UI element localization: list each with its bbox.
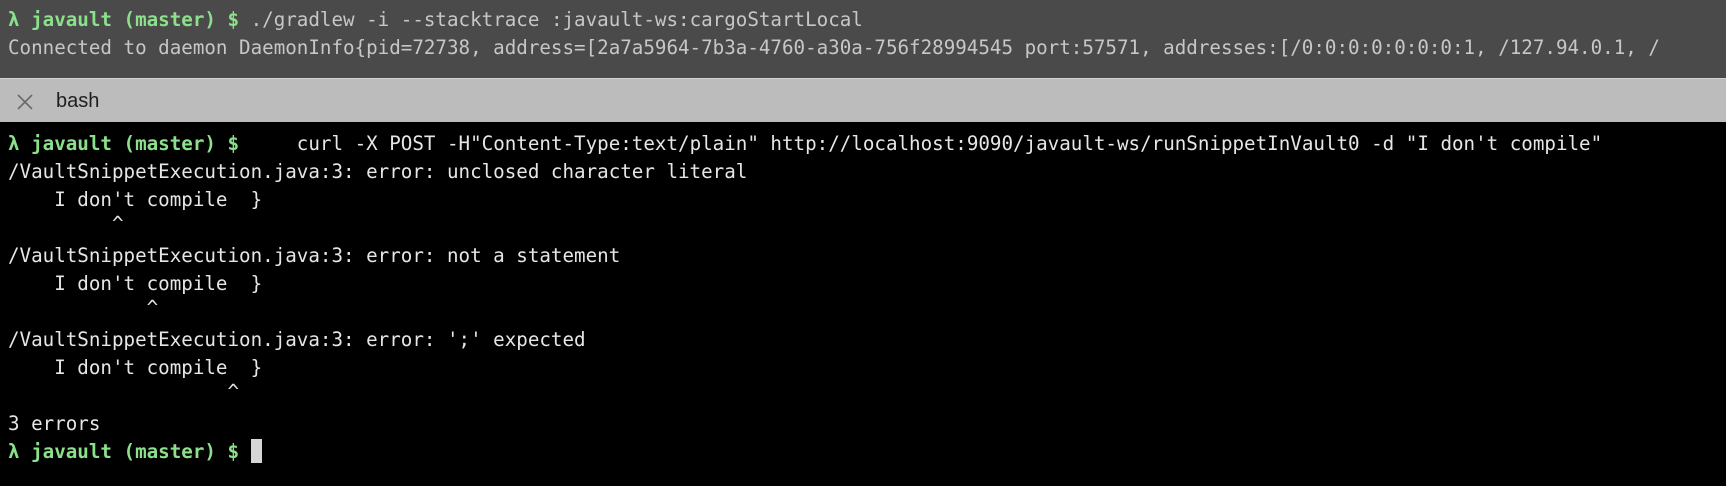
output-line: ^ xyxy=(8,380,240,403)
command-text: ./gradlew -i --stacktrace :javault-ws:ca… xyxy=(239,8,863,31)
top-output-line: Connected to daemon DaemonInfo{pid=72738… xyxy=(8,36,1660,59)
text-cursor[interactable] xyxy=(250,439,262,463)
output-line: /VaultSnippetExecution.java:3: error: un… xyxy=(8,160,748,183)
output-line: 3 errors xyxy=(8,412,101,435)
close-icon[interactable] xyxy=(14,91,36,113)
terminal-pane[interactable]: λ javault (master) $ curl -X POST -H"Con… xyxy=(0,122,1726,486)
output-line: /VaultSnippetExecution.java:3: error: no… xyxy=(8,244,621,267)
output-line: /VaultSnippetExecution.java:3: error: ';… xyxy=(8,328,586,351)
tab-bar: bash xyxy=(0,78,1726,122)
output-line: ^ xyxy=(8,212,124,235)
shell-prompt: λ javault (master) $ xyxy=(8,440,240,463)
top-command-line: λ javault (master) $ ./gradlew -i --stac… xyxy=(8,6,863,34)
command-line: λ javault (master) $ curl -X POST -H"Con… xyxy=(8,130,1602,158)
output-line: ^ xyxy=(8,296,159,319)
tab-bash[interactable]: bash xyxy=(56,79,99,123)
prompt-line: λ javault (master) $ xyxy=(8,438,262,466)
shell-prompt: λ javault (master) $ xyxy=(8,8,240,31)
shell-prompt: λ javault (master) $ xyxy=(8,132,240,155)
top-terminal-pane[interactable]: λ javault (master) $ ./gradlew -i --stac… xyxy=(0,0,1726,78)
command-text: curl -X POST -H"Content-Type:text/plain"… xyxy=(239,132,1603,155)
